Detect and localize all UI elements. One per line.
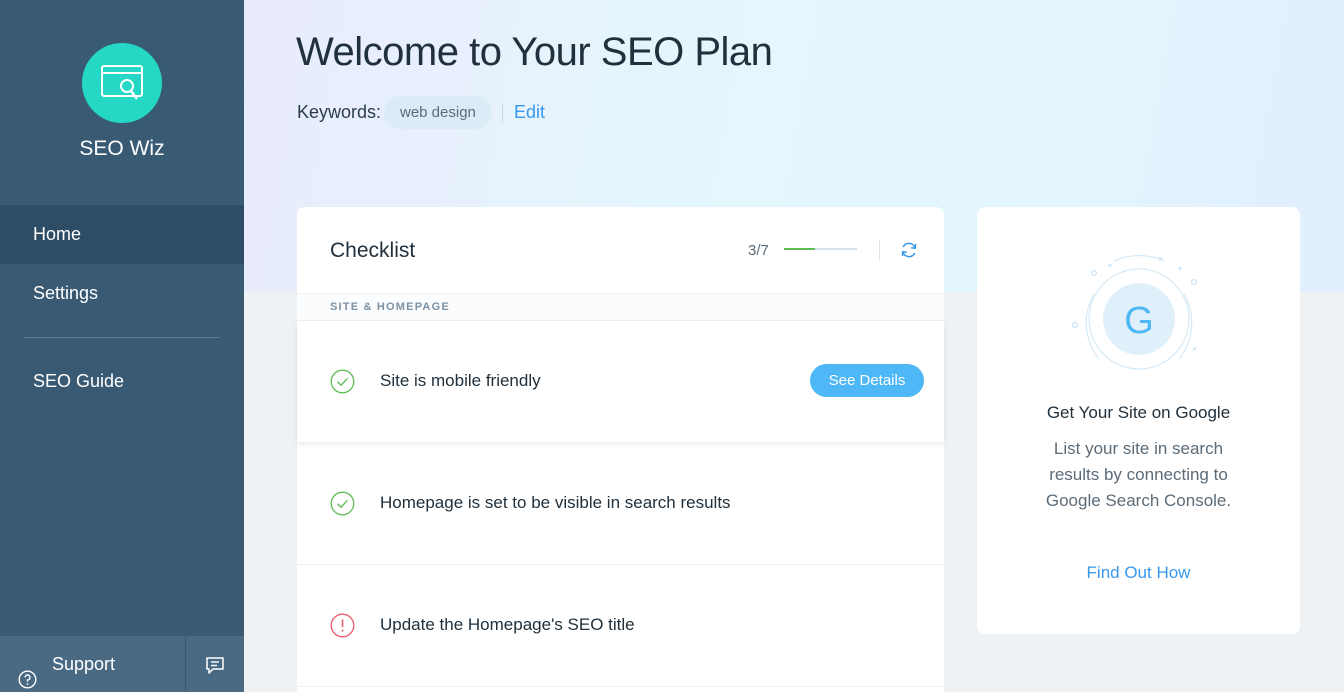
progress-count: 3/7 [748, 242, 769, 259]
help-circle-icon [18, 655, 37, 692]
svg-text:+: + [1177, 264, 1183, 275]
app-name: SEO Wiz [79, 137, 165, 160]
keywords-label: Keywords: [297, 102, 382, 122]
progress-bar-fill [784, 248, 816, 250]
find-out-how-link[interactable]: Find Out How [977, 563, 1300, 583]
sidebar: SEO Wiz Home Settings SEO Guide Support [0, 0, 244, 692]
section-label: SITE & HOMEPAGE [330, 301, 450, 313]
refresh-icon[interactable] [900, 241, 918, 259]
svg-text:×: × [1192, 344, 1197, 354]
sidebar-item-settings[interactable]: Settings [0, 264, 244, 323]
sidebar-item-seo-guide[interactable]: SEO Guide [0, 352, 244, 411]
svg-text:G: G [1124, 300, 1154, 342]
edit-keywords-link[interactable]: Edit [514, 102, 545, 123]
checklist-item[interactable]: Site is mobile friendly See Details [297, 321, 944, 443]
checklist-title: Checklist [330, 239, 416, 262]
section-header: SITE & HOMEPAGE [297, 293, 944, 321]
progress-bar [784, 248, 857, 250]
google-g-icon: G + + × × [1072, 254, 1197, 370]
chat-button[interactable] [186, 636, 244, 692]
page-title: Welcome to Your SEO Plan [296, 30, 773, 74]
sidebar-item-home[interactable]: Home [0, 205, 244, 264]
checklist-item-text: Site is mobile friendly [380, 371, 541, 390]
checklist-item[interactable]: Homepage is set to be visible in search … [297, 443, 944, 565]
checklist-item-text: Homepage is set to be visible in search … [380, 493, 731, 512]
seo-magnifier-icon [82, 43, 162, 123]
support-label: Support [52, 654, 116, 674]
checklist-header-divider [879, 240, 880, 260]
warning-circle-icon [330, 613, 355, 638]
checklist-item-text: Update the Homepage's SEO title [380, 615, 635, 634]
brand-area: SEO Wiz [0, 0, 244, 205]
checklist-card: Checklist 3/7 SITE & HOMEPAGE Site is mo… [297, 207, 944, 692]
see-details-button[interactable]: See Details [810, 364, 924, 397]
svg-text:×: × [1158, 254, 1163, 264]
google-card-title: Get Your Site on Google [1046, 403, 1231, 422]
check-circle-icon [330, 369, 355, 394]
google-card: G + + × × Get Your Site on Google List y… [977, 207, 1300, 634]
chat-icon [206, 657, 224, 674]
sidebar-divider [24, 337, 220, 338]
support-button[interactable]: Support [0, 636, 185, 692]
support-bar: Support [0, 636, 244, 692]
checklist-item[interactable]: Update the Homepage's SEO title [297, 565, 944, 687]
google-card-description: List your site in search results by conn… [1045, 439, 1232, 510]
keyword-tag: web design [384, 96, 492, 129]
check-circle-icon [330, 491, 355, 516]
svg-text:+: + [1107, 261, 1113, 272]
keywords-divider [502, 103, 503, 123]
